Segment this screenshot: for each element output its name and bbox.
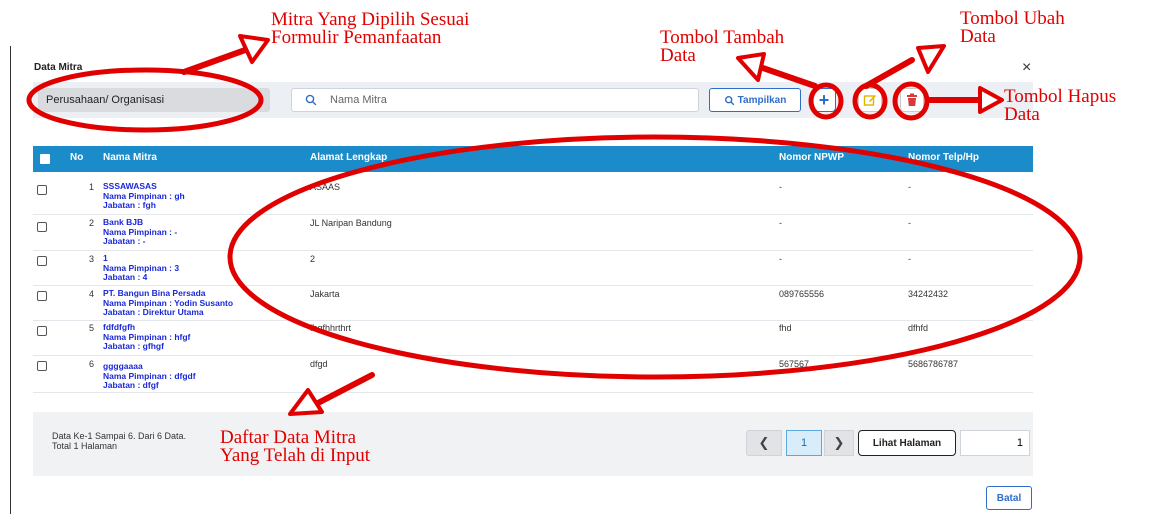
annotation-text: Yang Telah di Input	[220, 445, 370, 466]
pagination-range: Data Ke-1 Sampai 6. Dari 6 Data.	[52, 431, 187, 441]
npwp-cell: 089765556	[779, 289, 825, 299]
edit-button[interactable]	[858, 88, 882, 112]
row-number: 2	[88, 218, 94, 228]
pagination-total: Total 1 Halaman	[52, 441, 118, 451]
row-checkbox[interactable]	[37, 185, 47, 195]
row-number: 1	[88, 182, 94, 192]
select-all-checkbox[interactable]	[40, 154, 50, 164]
modal-title: Data Mitra	[34, 62, 83, 73]
column-header-alamat: Alamat Lengkap	[310, 152, 388, 163]
annotation-arrow-shaft-daftar	[315, 372, 375, 406]
show-button-label: Tampilkan	[737, 94, 787, 106]
pagination-info: Data Ke-1 Sampai 6. Dari 6 Data. Total 1…	[52, 431, 186, 451]
partner-position: Jabatan : -	[103, 236, 146, 246]
partner-name-cell[interactable]: SSSAWASAS Nama Pimpinan : gh Jabatan : f…	[103, 181, 185, 211]
phone-cell: -	[908, 254, 911, 264]
phone-cell: -	[908, 182, 911, 192]
trash-icon	[907, 93, 917, 106]
row-number: 4	[88, 289, 94, 299]
annotation-arrowhead-ubah	[916, 44, 946, 74]
row-divider	[33, 320, 1033, 321]
row-checkbox[interactable]	[37, 361, 47, 371]
previous-page-button[interactable]: ❮	[746, 430, 782, 456]
partner-name-cell[interactable]: PT. Bangun Bina Persada Nama Pimpinan : …	[103, 288, 233, 318]
column-header-no: No	[70, 152, 84, 163]
annotation-arrowhead-daftar	[288, 388, 324, 416]
annotation-text: Data	[960, 26, 996, 47]
phone-cell: dfhfd	[908, 323, 929, 333]
annotation-ellipse-table	[227, 134, 1083, 380]
partner-position: Jabatan : dfgf	[103, 380, 159, 390]
npwp-cell: -	[779, 182, 782, 192]
address-cell: 2	[310, 254, 316, 264]
address-cell: Jakarta	[310, 289, 340, 299]
annotation-label-mitra: Mitra Yang Dipilih Sesuai Formulir Peman…	[271, 10, 469, 48]
npwp-cell: 567567	[779, 359, 810, 369]
phone-cell: 34242432	[908, 289, 949, 299]
search-icon	[305, 94, 317, 106]
partner-type-select[interactable]: Perusahaan/ Organisasi	[38, 88, 270, 112]
npwp-cell: -	[779, 218, 782, 228]
partner-name-cell[interactable]: 1 Nama Pimpinan : 3 Jabatan : 4	[103, 253, 179, 283]
row-divider	[33, 214, 1033, 215]
address-cell: fhgfhhrthrt	[310, 323, 352, 333]
partner-position: Jabatan : 4	[103, 272, 148, 282]
annotation-text: Data	[660, 45, 696, 66]
annotation-arrowhead-mitra	[238, 34, 270, 64]
delete-button[interactable]	[900, 88, 924, 112]
npwp-cell: fhd	[779, 323, 792, 333]
modal-left-border	[10, 46, 11, 514]
row-divider	[33, 250, 1033, 251]
page-number-input[interactable]	[960, 430, 1030, 456]
search-icon	[724, 95, 734, 105]
partner-name-cell[interactable]: fdfdfgfh Nama Pimpinan : hfgf Jabatan : …	[103, 322, 190, 352]
address-cell: JL Naripan Bandung	[310, 218, 392, 228]
pencil-square-icon	[863, 95, 876, 106]
show-button[interactable]: Tampilkan	[709, 88, 801, 112]
annotation-label-ubah: Tombol Ubah Data	[960, 9, 1065, 47]
row-divider	[33, 285, 1033, 286]
row-number: 6	[88, 359, 94, 369]
partner-name-cell[interactable]: ggggaaaa Nama Pimpinan : dfgdf Jabatan :…	[103, 361, 196, 391]
search-input[interactable]	[330, 90, 690, 110]
view-page-button[interactable]: Lihat Halaman	[858, 430, 956, 456]
column-header-npwp: Nomor NPWP	[779, 152, 844, 163]
plus-icon: +	[818, 89, 830, 110]
address-cell: dfgd	[310, 359, 328, 369]
partner-position: Jabatan : Direktur Utama	[103, 307, 204, 317]
current-page-button[interactable]: 1	[786, 430, 822, 456]
cancel-button[interactable]: Batal	[986, 486, 1032, 510]
annotation-label-tambah: Tombol Tambah Data	[660, 28, 784, 66]
partner-name-cell[interactable]: Bank BJB Nama Pimpinan : - Jabatan : -	[103, 217, 177, 247]
npwp-cell: -	[779, 254, 782, 264]
phone-cell: -	[908, 218, 911, 228]
annotation-arrow-shaft-mitra	[181, 46, 251, 75]
partner-position: Jabatan : fgh	[103, 200, 156, 210]
annotation-text: Data	[1004, 104, 1040, 125]
row-divider	[33, 355, 1033, 356]
annotation-label-hapus: Tombol Hapus Data	[1004, 87, 1116, 125]
add-button[interactable]: +	[812, 88, 836, 112]
row-number: 5	[88, 323, 94, 333]
address-cell: ASAAS	[310, 182, 341, 192]
row-number: 3	[88, 254, 94, 264]
next-page-button[interactable]: ❯	[824, 430, 854, 456]
close-icon[interactable]: ×	[1022, 60, 1031, 76]
row-checkbox[interactable]	[37, 256, 47, 266]
phone-cell: 5686786787	[908, 359, 959, 369]
row-divider	[33, 392, 1033, 393]
partner-position: Jabatan : gfhgf	[103, 341, 164, 351]
annotation-text: Formulir Pemanfaatan	[271, 27, 442, 48]
row-checkbox[interactable]	[37, 326, 47, 336]
annotation-label-daftar: Daftar Data Mitra Yang Telah di Input	[220, 428, 370, 466]
table-header	[33, 146, 1033, 172]
row-checkbox[interactable]	[37, 291, 47, 301]
row-checkbox[interactable]	[37, 222, 47, 232]
column-header-nama-mitra: Nama Mitra	[103, 152, 157, 163]
column-header-telp: Nomor Telp/Hp	[908, 152, 979, 163]
